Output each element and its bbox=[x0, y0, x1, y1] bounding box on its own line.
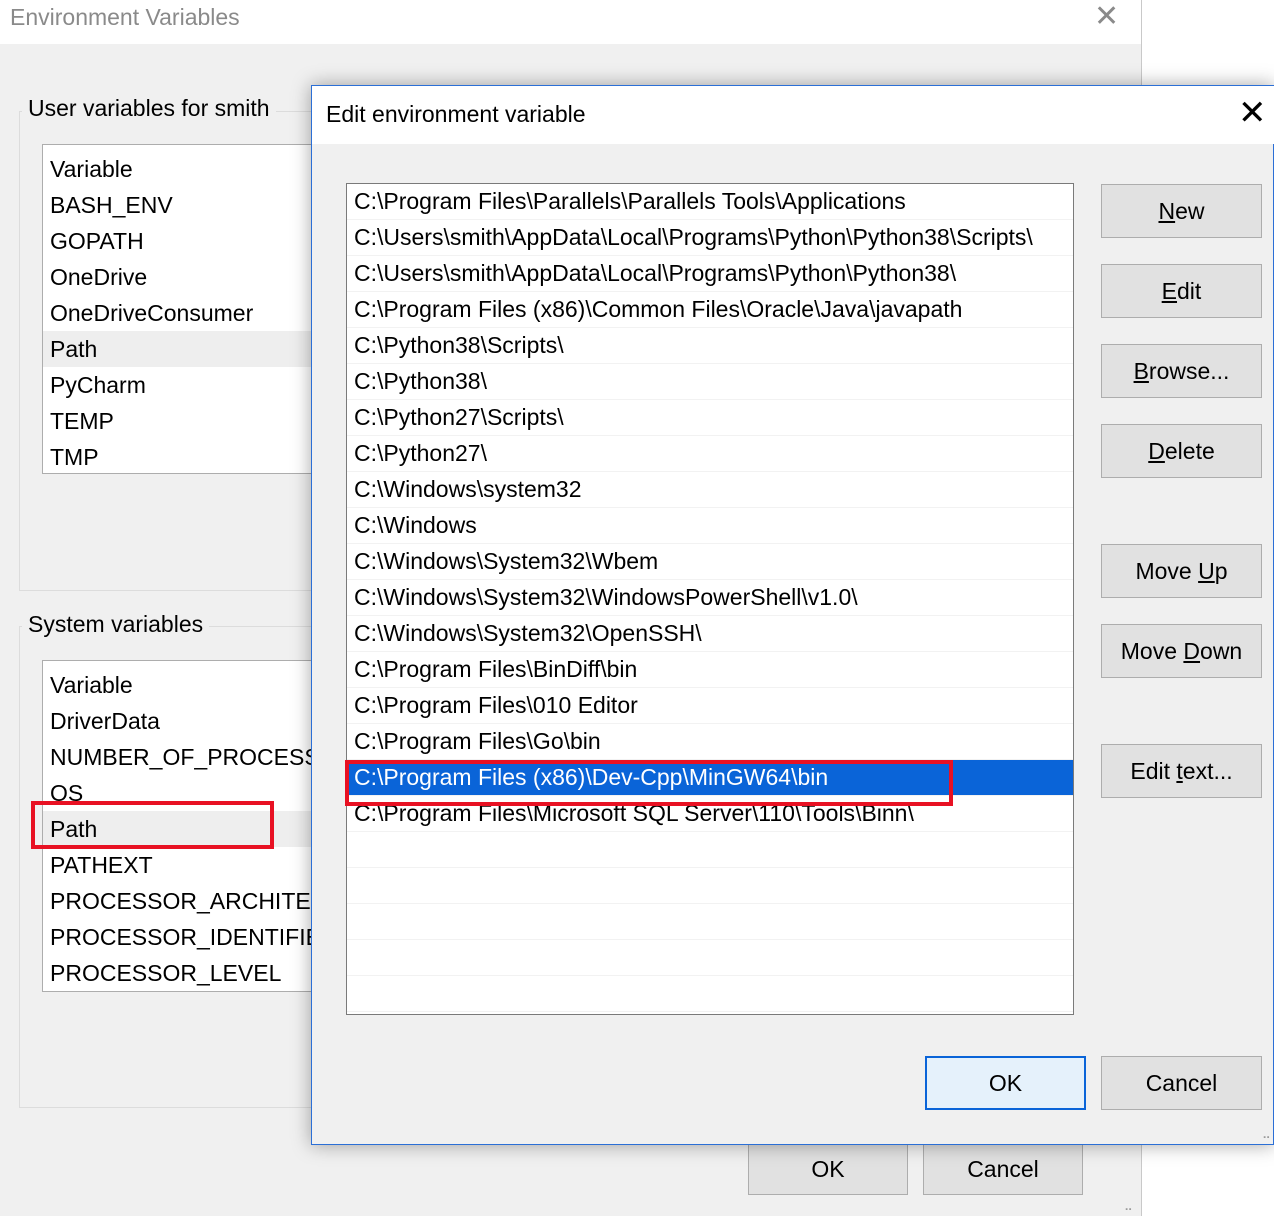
edit-text-button[interactable]: Edit text... bbox=[1101, 744, 1262, 798]
env-window-close-icon[interactable]: ✕ bbox=[1094, 2, 1119, 32]
new-button[interactable]: New bbox=[1101, 184, 1262, 238]
path-entry-row[interactable]: C:\Program Files\BinDiff\bin bbox=[347, 652, 1073, 688]
user-variable-row[interactable]: TEMP bbox=[43, 403, 331, 439]
user-variable-row[interactable]: Path bbox=[43, 331, 331, 367]
path-empty-row[interactable] bbox=[347, 868, 1073, 904]
path-entry-row[interactable]: C:\Windows\system32 bbox=[347, 472, 1073, 508]
dialog-close-icon[interactable]: ✕ bbox=[1238, 96, 1267, 130]
path-entries-list[interactable]: C:\Program Files\Parallels\Parallels Too… bbox=[346, 183, 1074, 1015]
delete-button[interactable]: Delete bbox=[1101, 424, 1262, 478]
user-variable-column-header[interactable]: Variable bbox=[43, 151, 331, 187]
env-cancel-button[interactable]: Cancel bbox=[923, 1143, 1083, 1195]
path-empty-row[interactable] bbox=[347, 976, 1073, 1012]
system-variables-title: System variables bbox=[22, 611, 210, 638]
move-down-button[interactable]: Move Down bbox=[1101, 624, 1262, 678]
edit-button[interactable]: Edit bbox=[1101, 264, 1262, 318]
resize-grip-icon[interactable]: ⠤ bbox=[1124, 1200, 1133, 1214]
path-entry-row[interactable]: C:\Python38\ bbox=[347, 364, 1073, 400]
path-entry-row[interactable]: C:\Program Files\Go\bin bbox=[347, 724, 1073, 760]
path-entry-row[interactable]: C:\Windows\System32\WindowsPowerShell\v1… bbox=[347, 580, 1073, 616]
path-entry-row[interactable]: C:\Windows\System32\OpenSSH\ bbox=[347, 616, 1073, 652]
path-entry-row[interactable]: C:\Program Files\Parallels\Parallels Too… bbox=[347, 184, 1073, 220]
move-up-button[interactable]: Move Up bbox=[1101, 544, 1262, 598]
path-entry-row[interactable]: C:\Users\smith\AppData\Local\Programs\Py… bbox=[347, 220, 1073, 256]
browse-button[interactable]: Browse... bbox=[1101, 344, 1262, 398]
user-variable-row[interactable]: OneDriveConsumer bbox=[43, 295, 331, 331]
user-variable-row[interactable]: OneDrive bbox=[43, 259, 331, 295]
path-entry-row[interactable]: C:\Program Files (x86)\Common Files\Orac… bbox=[347, 292, 1073, 328]
system-variable-row[interactable]: PROCESSOR_LEVEL bbox=[43, 955, 331, 991]
user-variable-row[interactable]: GOPATH bbox=[43, 223, 331, 259]
path-entry-row[interactable]: C:\Program Files\010 Editor bbox=[347, 688, 1073, 724]
path-empty-row[interactable] bbox=[347, 904, 1073, 940]
user-variable-row[interactable]: BASH_ENV bbox=[43, 187, 331, 223]
path-empty-row[interactable] bbox=[347, 832, 1073, 868]
system-variable-row[interactable]: PROCESSOR_IDENTIFIER bbox=[43, 919, 331, 955]
dialog-cancel-button[interactable]: Cancel bbox=[1101, 1056, 1262, 1110]
system-variable-row[interactable]: PROCESSOR_ARCHITECTU bbox=[43, 883, 331, 919]
user-variables-title: User variables for smith bbox=[22, 95, 276, 122]
env-window-title: Environment Variables bbox=[10, 4, 240, 30]
path-entry-row[interactable]: C:\Windows\System32\Wbem bbox=[347, 544, 1073, 580]
system-variable-row[interactable]: PATHEXT bbox=[43, 847, 331, 883]
user-variable-row[interactable]: TMP bbox=[43, 439, 331, 473]
dialog-title: Edit environment variable bbox=[326, 101, 586, 127]
system-variable-row[interactable]: DriverData bbox=[43, 703, 331, 739]
annotation-highlight-selected-path bbox=[345, 760, 953, 806]
btn-new-label: New bbox=[1158, 197, 1205, 224]
dialog-resize-grip-icon[interactable]: ⠤ bbox=[1262, 1128, 1271, 1142]
btn-edit-label: Edit bbox=[1161, 277, 1202, 304]
btn-movedown-label: Move Down bbox=[1120, 637, 1243, 664]
path-entry-row[interactable]: C:\Python27\Scripts\ bbox=[347, 400, 1073, 436]
annotation-highlight-system-path bbox=[31, 801, 274, 849]
btn-edittext-label: Edit text... bbox=[1130, 757, 1233, 784]
btn-browse-label: Browse... bbox=[1133, 357, 1230, 384]
env-ok-button[interactable]: OK bbox=[748, 1143, 908, 1195]
path-entry-row[interactable]: C:\Python27\ bbox=[347, 436, 1073, 472]
path-entry-row[interactable]: C:\Windows bbox=[347, 508, 1073, 544]
btn-delete-label: Delete bbox=[1148, 437, 1215, 464]
dialog-ok-button[interactable]: OK bbox=[925, 1056, 1086, 1110]
path-entry-row[interactable]: C:\Users\smith\AppData\Local\Programs\Py… bbox=[347, 256, 1073, 292]
system-variable-row[interactable]: NUMBER_OF_PROCESSO bbox=[43, 739, 331, 775]
path-entry-row[interactable]: C:\Python38\Scripts\ bbox=[347, 328, 1073, 364]
system-variable-column-header[interactable]: Variable bbox=[43, 667, 331, 703]
path-empty-row[interactable] bbox=[347, 940, 1073, 976]
btn-moveup-label: Move Up bbox=[1135, 557, 1228, 584]
user-variable-row[interactable]: PyCharm bbox=[43, 367, 331, 403]
user-variables-list[interactable]: Variable BASH_ENV GOPATH OneDrive OneDriveCo… bbox=[42, 144, 332, 474]
